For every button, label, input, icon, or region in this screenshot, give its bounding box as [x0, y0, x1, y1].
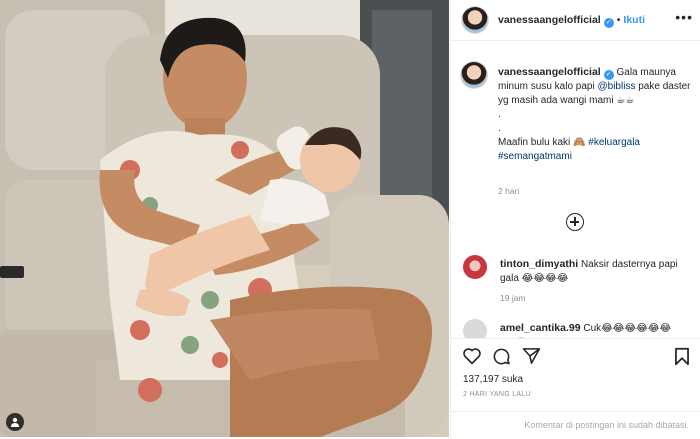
bookmark-icon[interactable] — [674, 347, 690, 366]
comment-username[interactable]: amel_cantika.99 — [500, 322, 581, 334]
likes-count-label: 137,197 suka — [463, 374, 524, 385]
post-photo[interactable] — [0, 0, 449, 437]
verified-badge-icon: ✓ — [603, 18, 614, 28]
post-date[interactable]: 2 HARI YANG LALU — [463, 391, 531, 398]
heart-icon[interactable] — [462, 347, 482, 365]
likes-count[interactable]: 137,197 suka — [463, 374, 523, 385]
caption-timestamp[interactable]: 2 hari — [498, 186, 519, 196]
header-user-line: vanessaangelofficial ✓ • Ikuti — [498, 14, 645, 28]
caption-dot-2: . — [498, 123, 501, 134]
share-icon[interactable] — [522, 347, 541, 365]
caption-hashtag-1[interactable]: #keluargala — [588, 137, 640, 148]
post-header: vanessaangelofficial ✓ • Ikuti ••• — [451, 0, 700, 41]
comment-text: tinton_dimyathi Naksir dasternya papi ga… — [500, 257, 690, 286]
header-separator: • — [616, 14, 621, 26]
comment-timestamp[interactable]: 19 jam — [500, 293, 526, 303]
follow-button[interactable]: Ikuti — [623, 14, 645, 26]
caption-hashtag-2[interactable]: #semangatmami — [498, 151, 572, 162]
comment-avatar[interactable] — [463, 255, 487, 279]
author-avatar[interactable] — [462, 7, 488, 33]
post-side-panel: vanessaangelofficial ✓ • Ikuti ••• vanessaa… — [450, 0, 700, 438]
photo-illustration — [0, 0, 449, 437]
comment-text: amel_cantika.99 Cuk😂😂😂😂😂😂masih — [500, 321, 690, 338]
user-tag-icon[interactable] — [6, 413, 24, 431]
more-options-button[interactable]: ••• — [675, 10, 693, 24]
verified-badge-icon: ✓ — [603, 70, 614, 80]
post-actions: 137,197 suka 2 HARI YANG LALU Komentar d… — [451, 338, 700, 438]
comment-item: amel_cantika.99 Cuk😂😂😂😂😂😂masih — [463, 319, 693, 338]
caption-dot-1: . — [498, 109, 501, 120]
comment-icon[interactable] — [492, 347, 511, 366]
caption-mention[interactable]: @bibliss — [598, 81, 636, 92]
comment-username[interactable]: tinton_dimyathi — [500, 258, 578, 270]
author-username[interactable]: vanessaangelofficial — [498, 14, 601, 26]
caption-text: vanessaangelofficial ✓ Gala maunya minum … — [498, 65, 694, 164]
plus-circle-icon[interactable] — [566, 213, 584, 231]
comment-avatar[interactable] — [463, 319, 487, 338]
comment-box: Komentar di postingan ini sudah dibatasi… — [451, 411, 700, 439]
caption-username[interactable]: vanessaangelofficial — [498, 66, 601, 78]
caption-line-3: Maafin bulu kaki 🙈 — [498, 137, 586, 148]
comments-disabled-notice: Komentar di postingan ini sudah dibatasi… — [524, 420, 689, 430]
caption-avatar[interactable] — [461, 62, 487, 88]
